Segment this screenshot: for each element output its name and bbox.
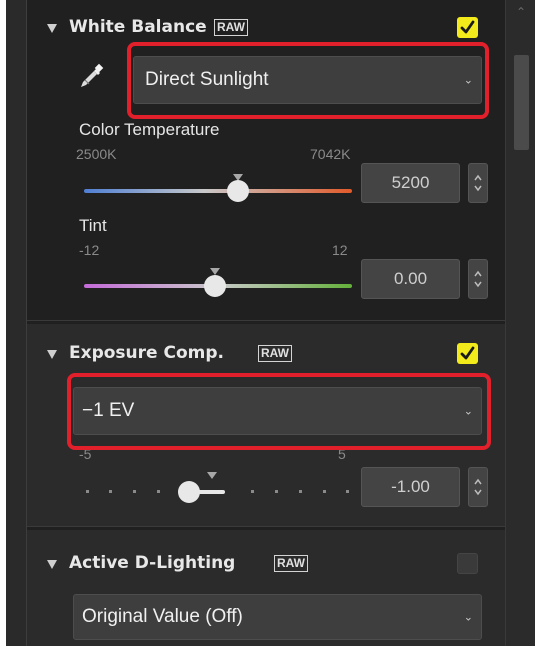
- scrollbar-thumb[interactable]: [514, 55, 529, 150]
- chevron-down-icon: ⌄: [463, 611, 473, 624]
- adjustment-panel-window: White Balance RAW Direct Sunlight ⌄ Colo…: [6, 0, 535, 646]
- checkmark-icon: [460, 20, 475, 34]
- section-divider: [27, 526, 505, 527]
- exposure-comp-checkbox[interactable]: [457, 343, 478, 364]
- collapse-triangle-icon[interactable]: [47, 24, 57, 33]
- raw-badge: RAW: [258, 345, 292, 362]
- scroll-up-arrow-icon[interactable]: ⌃: [514, 6, 528, 18]
- tint-spinner[interactable]: [468, 259, 488, 299]
- active-d-lighting-checkbox[interactable]: [457, 553, 478, 574]
- tint-label: Tint: [79, 216, 107, 235]
- spinner-arrows-icon: [474, 478, 482, 496]
- color-temperature-min-label: 2500K: [76, 146, 117, 162]
- tint-min-label: -12: [79, 242, 100, 258]
- eyedropper-icon[interactable]: [77, 62, 105, 90]
- active-d-lighting-value: Original Value (Off): [82, 606, 243, 627]
- white-balance-highlight-callout: [127, 42, 489, 119]
- tint-default-marker: [210, 268, 220, 275]
- exposure-comp-spinner[interactable]: [468, 467, 488, 507]
- exposure-slider-knob[interactable]: [178, 481, 200, 503]
- active-d-lighting-dropdown[interactable]: Original Value (Off) ⌄: [73, 594, 482, 640]
- exposure-comp-input[interactable]: -1.00: [361, 467, 460, 507]
- spinner-arrows-icon: [474, 174, 482, 192]
- collapse-triangle-icon[interactable]: [47, 350, 57, 359]
- raw-badge: RAW: [274, 555, 308, 572]
- exposure-slider-fill: [197, 490, 225, 494]
- color-temperature-slider-knob[interactable]: [227, 180, 249, 202]
- white-balance-title: White Balance: [69, 17, 207, 37]
- exposure-comp-title: Exposure Comp.: [69, 343, 224, 363]
- tint-input[interactable]: 0.00: [361, 259, 460, 299]
- color-temperature-input[interactable]: 5200: [361, 163, 460, 203]
- color-temperature-max-label: 7042K: [310, 146, 351, 162]
- white-balance-checkbox[interactable]: [457, 17, 478, 38]
- vertical-scrollbar[interactable]: ⌃: [505, 0, 535, 646]
- checkmark-icon: [460, 346, 475, 360]
- section-divider: [27, 320, 505, 321]
- spinner-arrows-icon: [474, 270, 482, 288]
- active-d-lighting-title: Active D-Lighting: [69, 553, 236, 573]
- tint-slider-knob[interactable]: [204, 275, 226, 297]
- color-temperature-slider-track[interactable]: [84, 189, 352, 193]
- exposure-default-marker: [207, 472, 217, 479]
- tint-max-label: 12: [332, 242, 348, 258]
- collapse-triangle-icon[interactable]: [47, 560, 57, 569]
- left-edge-strip: [6, 0, 27, 646]
- color-temperature-spinner[interactable]: [468, 163, 488, 203]
- adjustment-panel: White Balance RAW Direct Sunlight ⌄ Colo…: [27, 0, 505, 646]
- color-temperature-label: Color Temperature: [79, 120, 220, 139]
- raw-badge: RAW: [214, 19, 248, 36]
- exposure-comp-highlight-callout: [67, 373, 491, 450]
